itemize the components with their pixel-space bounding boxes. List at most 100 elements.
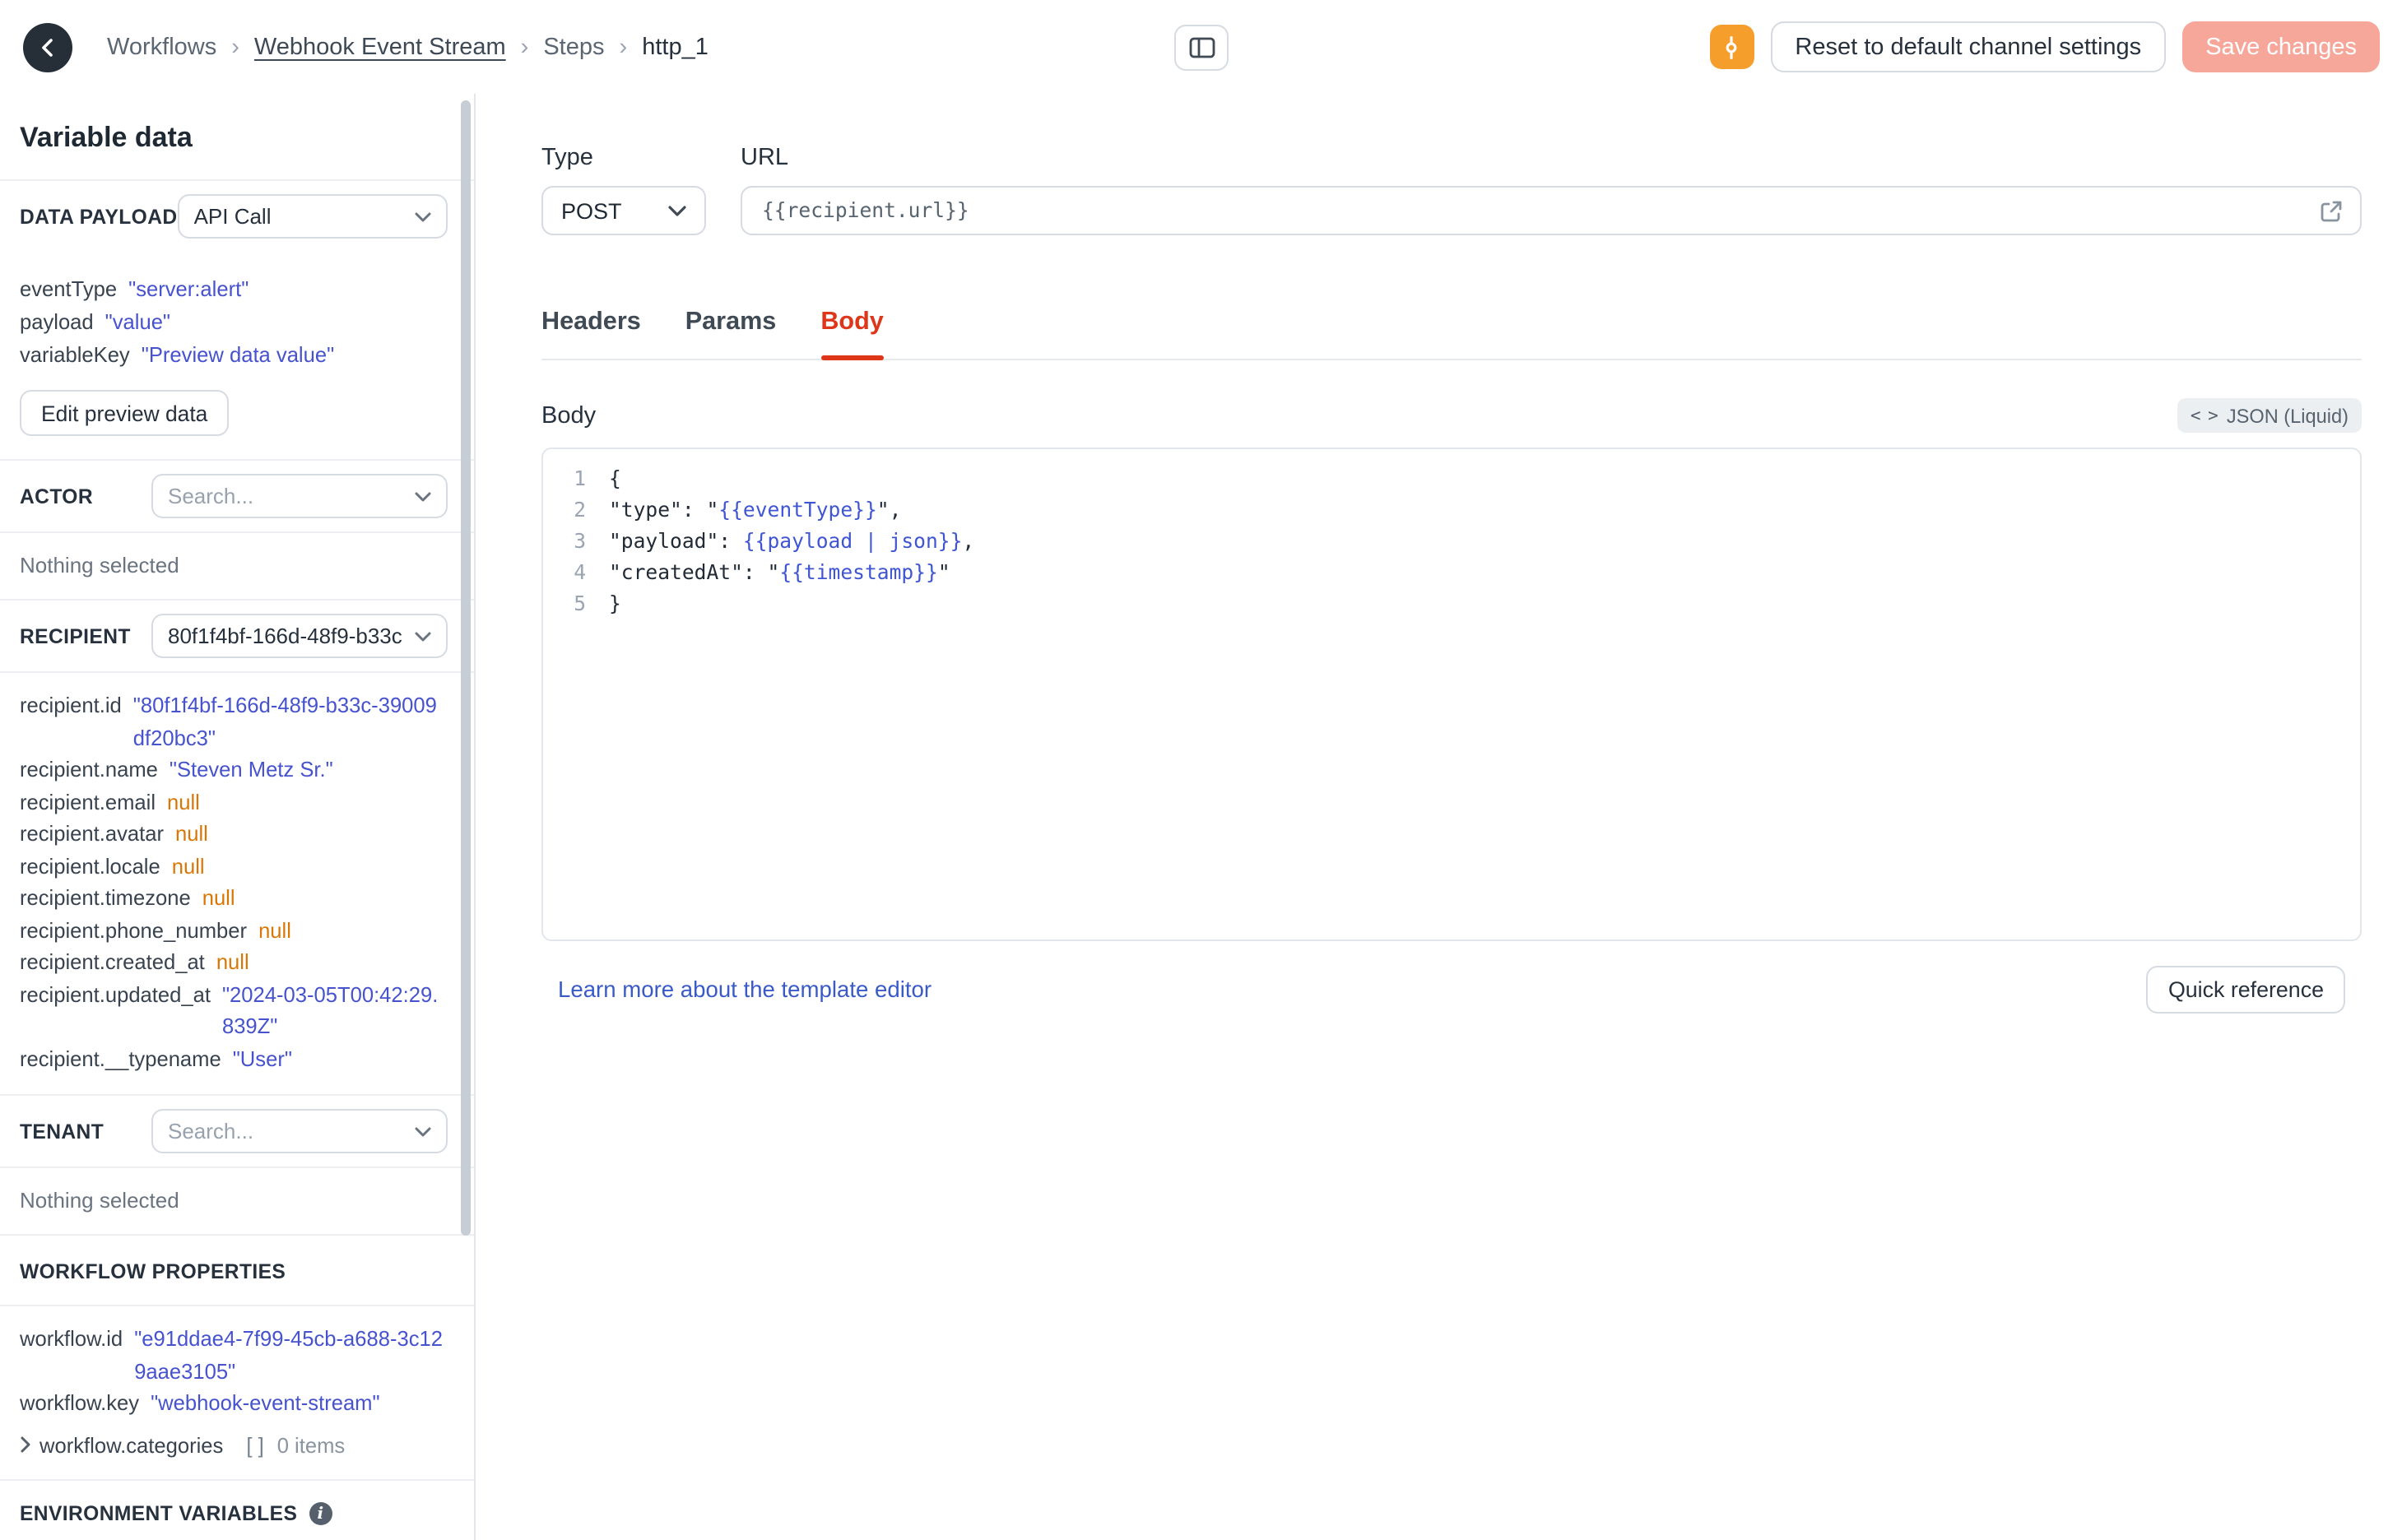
line-number: 2 [574,499,586,522]
kv-key: recipient.created_at [20,949,205,974]
workflow-categories-count: 0 items [276,1432,346,1457]
save-changes-button[interactable]: Save changes [2182,21,2380,72]
kv-row: recipient.timezone null [20,882,448,914]
code-text: { [609,464,621,495]
workflow-categories-row[interactable]: workflow.categories [ ] 0 items [20,1429,448,1479]
tenant-search-combobox[interactable]: Search... [151,1109,448,1153]
tab-body[interactable]: Body [820,308,885,360]
url-input[interactable]: {{recipient.url}} [741,186,2362,235]
kv-value: "webhook-event-stream" [151,1390,380,1415]
toggle-sidebar-button[interactable] [1174,24,1229,70]
type-label: Type [541,145,593,171]
recipient-properties-list: recipient.id "80f1f4bf-166d-48f9-b33c-390… [20,673,448,1094]
code-text: "type": "{{eventType}}", [609,495,901,526]
breadcrumb-steps[interactable]: Steps [543,34,604,60]
code-token: "payload": [609,530,743,553]
uncommitted-changes-badge[interactable] [1709,25,1754,69]
kv-key: eventType [20,276,118,301]
kv-row: recipient.phone_number null [20,914,448,946]
tab-headers[interactable]: Headers [541,308,641,359]
language-badge[interactable]: < > JSON (Liquid) [2177,398,2362,433]
body-label: Body [541,402,597,429]
http-method-select[interactable]: POST [541,186,706,235]
environment-variables-header-block: ENVIRONMENT VARIABLES i [0,1481,474,1540]
kv-row: variableKey "Preview data value" [20,339,448,372]
chevron-down-icon [415,491,431,501]
actor-label: ACTOR [20,485,93,508]
tab-params[interactable]: Params [685,308,777,359]
chevron-down-icon [415,211,431,221]
kv-row: recipient.__typename "User" [20,1042,448,1074]
line-number: 1 [574,467,586,490]
kv-key: recipient.name [20,757,158,782]
tenant-search-placeholder: Search... [168,1119,254,1143]
external-link-icon[interactable] [2319,199,2344,229]
kv-row: recipient.avatar null [20,818,448,850]
code-text: "payload": {{payload | json}}, [609,526,974,558]
request-config-row: Type POST URL {{recipient.url}} [541,145,2362,235]
chevron-down-icon [415,631,431,641]
recipient-properties-block: recipient.id "80f1f4bf-166d-48f9-b33c-390… [0,673,474,1096]
recipient-selected-value: 80f1f4bf-166d-48f9-b33c [168,624,402,648]
kv-key: recipient.locale [20,853,160,878]
sidebar-scrollbar[interactable] [461,100,471,1236]
info-icon[interactable]: i [309,1502,332,1525]
step-editor-content: Type POST URL {{recipient.url}} Headers … [477,94,2402,1540]
breadcrumb-step-name: http_1 [642,34,709,60]
request-type-column: Type POST [541,145,706,235]
kv-value: "Preview data value" [141,342,335,367]
kv-row: workflow.key "webhook-event-stream" [20,1387,448,1419]
kv-value: null [175,821,208,846]
actor-search-combobox[interactable]: Search... [151,474,448,518]
top-bar: Workflows › Webhook Event Stream › Steps… [0,0,2402,94]
kv-value: null [171,853,205,878]
environment-variables-label: ENVIRONMENT VARIABLES [20,1502,298,1525]
commit-icon [1720,35,1743,58]
kv-value: null [258,917,291,942]
workflow-categories-key: workflow.categories [39,1432,224,1457]
code-token: {{payload | json}} [742,530,963,553]
reset-channel-settings-button[interactable]: Reset to default channel settings [1770,21,2167,72]
workflow-properties-block: workflow.id "e91ddae4-7f99-45cb-a688-3c12… [0,1306,474,1481]
kv-key: recipient.timezone [20,885,191,910]
quick-reference-button[interactable]: Quick reference [2146,966,2345,1014]
kv-value: "Steven Metz Sr." [169,757,333,782]
tenant-label: TENANT [20,1120,105,1143]
line-number: 3 [574,530,586,553]
http-method-value: POST [561,198,622,223]
edit-preview-data-button[interactable]: Edit preview data [20,390,230,436]
sidebar-title-block: Variable data [0,94,474,181]
data-payload-header: DATA PAYLOAD API Call [20,181,448,252]
breadcrumb-separator: › [520,34,529,60]
url-value: {{recipient.url}} [762,199,969,222]
kv-value: "80f1f4bf-166d-48f9-b33c-39009df20bc3" [132,693,437,749]
actor-search-placeholder: Search... [168,484,254,508]
data-payload-select[interactable]: API Call [177,194,448,239]
kv-row: eventType "server:alert" [20,273,448,306]
topbar-actions: Reset to default channel settings Save c… [1709,21,2380,72]
payload-variables-list: eventType "server:alert" payload "value" var… [20,252,448,372]
kv-row: recipient.created_at null [20,946,448,978]
recipient-select[interactable]: 80f1f4bf-166d-48f9-b33c [151,614,448,658]
kv-value: null [202,885,235,910]
code-line: 2 "type": "{{eventType}}", [543,495,2360,526]
actor-empty-text: Nothing selected [20,553,179,578]
kv-key: recipient.id [20,693,122,717]
sidebar-title: Variable data [20,122,193,153]
line-number: 5 [574,592,586,615]
editor-footer: Learn more about the template editor Qui… [541,966,2362,1014]
workflow-properties-header-block: WORKFLOW PROPERTIES [0,1236,474,1306]
workflow-properties-list: workflow.id "e91ddae4-7f99-45cb-a688-3c12… [20,1306,448,1439]
breadcrumb-workflows[interactable]: Workflows [107,34,216,60]
tenant-empty-text: Nothing selected [20,1188,179,1213]
data-payload-section: DATA PAYLOAD API Call eventType "server:a… [0,181,474,461]
kv-key: payload [20,309,94,334]
breadcrumb-workflow-name[interactable]: Webhook Event Stream [254,34,506,60]
code-token: , [962,530,975,553]
template-editor-docs-link[interactable]: Learn more about the template editor [558,977,932,1002]
kv-row: recipient.email null [20,786,448,818]
back-button[interactable] [23,22,72,72]
tenant-header-block: TENANT Search... [0,1096,474,1168]
chevron-down-icon [668,205,686,216]
body-template-editor[interactable]: 1 {2 "type": "{{eventType}}", 3 "payload": {… [541,448,2362,941]
